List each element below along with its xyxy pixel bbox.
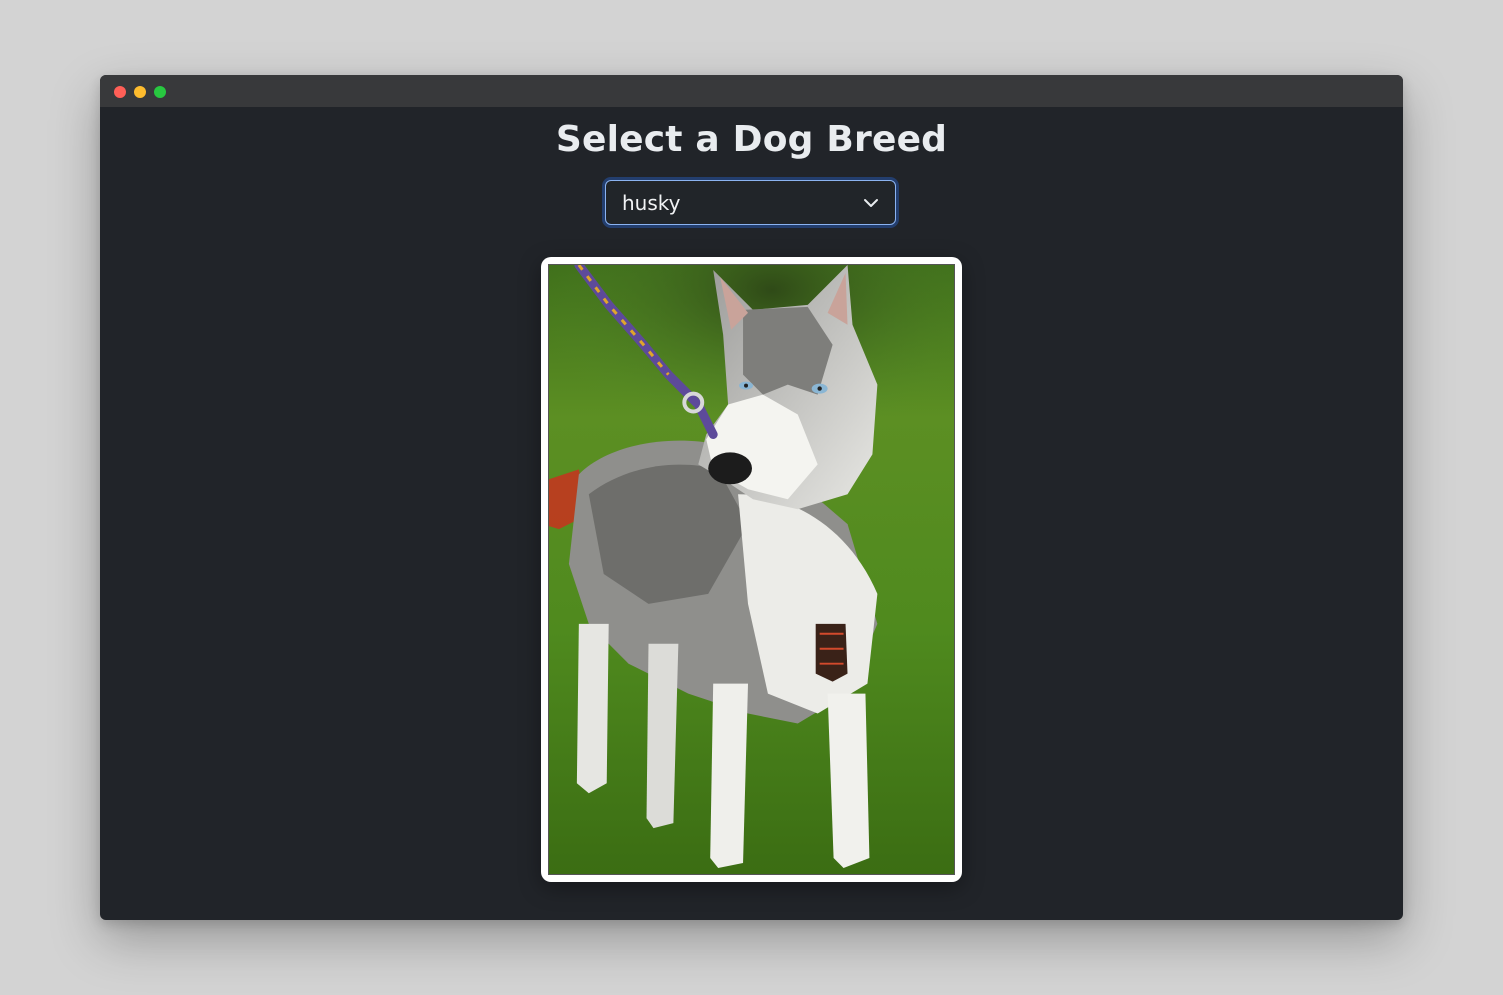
close-window-button[interactable] [114, 86, 126, 98]
window-titlebar [100, 75, 1403, 107]
breed-select-value: husky [622, 191, 681, 215]
dog-image-frame [541, 257, 962, 882]
zoom-window-button[interactable] [154, 86, 166, 98]
browser-window: Select a Dog Breed husky [100, 75, 1403, 920]
breed-select[interactable]: husky [605, 180, 896, 225]
page-title: Select a Dog Breed [555, 119, 948, 160]
chevron-down-icon [864, 199, 878, 207]
minimize-window-button[interactable] [134, 86, 146, 98]
dog-photo [548, 264, 955, 875]
